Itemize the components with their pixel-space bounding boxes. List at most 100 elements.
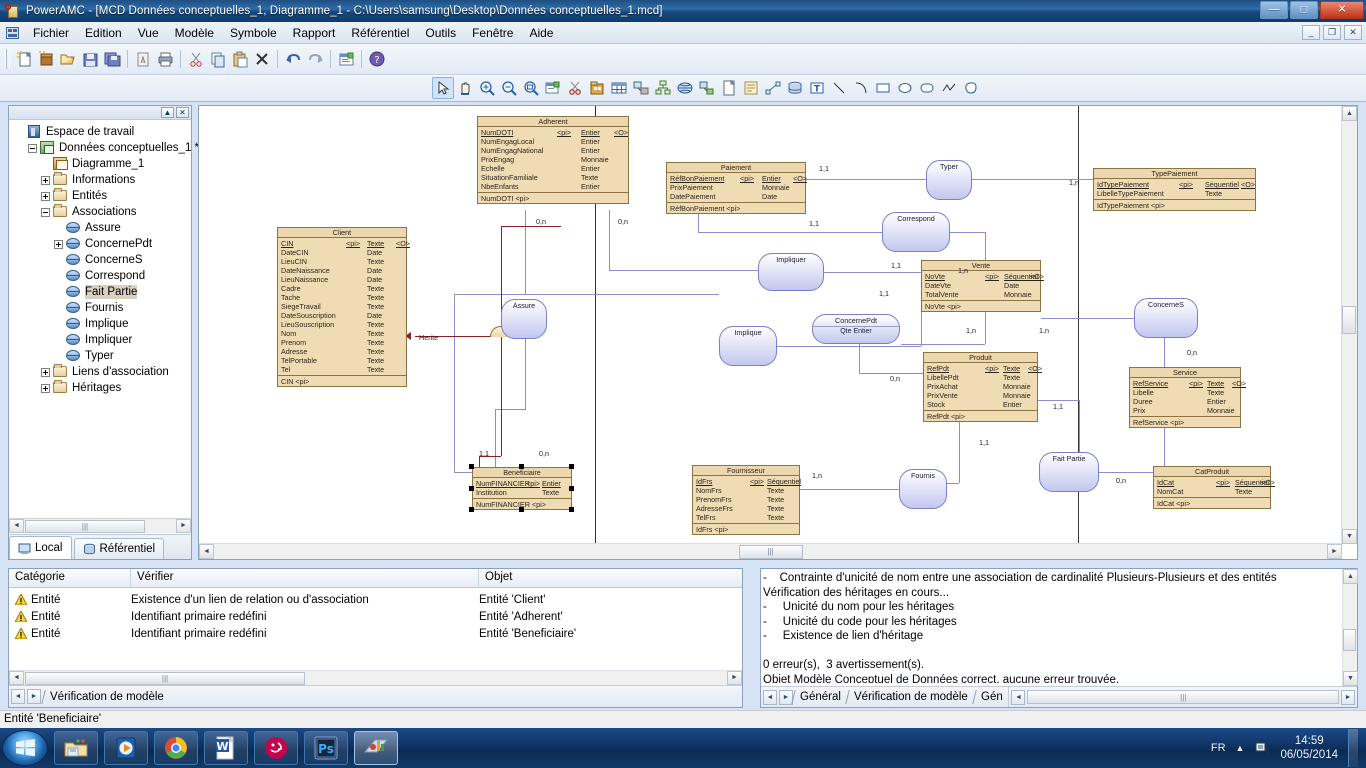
tree-item-implique[interactable]: Implique bbox=[13, 316, 191, 332]
chrome-icon[interactable] bbox=[154, 731, 198, 765]
scroll-thumb[interactable]: ||| bbox=[25, 519, 145, 533]
entity-vente[interactable]: Vente NoVte <pi> Séquentiel <O> DateVte Date To… bbox=[921, 260, 1044, 312]
language-indicator[interactable]: FR bbox=[1211, 742, 1226, 754]
tree-item-impliquer[interactable]: Impliquer bbox=[13, 332, 191, 348]
rectangle-icon[interactable] bbox=[872, 77, 894, 99]
tree-item-typer[interactable]: Typer bbox=[13, 348, 191, 364]
tree-item-concernepdt[interactable]: ConcernePdt bbox=[13, 236, 191, 252]
association-implique[interactable]: Implique bbox=[719, 326, 777, 366]
canvas-vscrollbar[interactable]: ▲ ▼ bbox=[1341, 106, 1357, 544]
network-icon[interactable] bbox=[1254, 740, 1270, 756]
hscroll-thumb[interactable]: ||| bbox=[738, 544, 803, 559]
browser-close-button[interactable]: ✕ bbox=[176, 107, 189, 118]
scroll-right-button[interactable]: ► bbox=[727, 671, 742, 685]
resize-icon[interactable] bbox=[762, 77, 784, 99]
column-verifier[interactable]: Vérifier bbox=[131, 569, 479, 587]
tab-general[interactable]: Général bbox=[791, 690, 849, 704]
properties-icon[interactable] bbox=[542, 77, 564, 99]
grid-icon[interactable] bbox=[608, 77, 630, 99]
tree-expander-plus[interactable] bbox=[39, 382, 52, 395]
vscroll-thumb[interactable] bbox=[1342, 306, 1356, 334]
print-icon[interactable] bbox=[154, 48, 176, 70]
tab-prev-button[interactable]: ◄ bbox=[11, 689, 25, 704]
resize-handle[interactable] bbox=[469, 485, 474, 491]
tree-expander-plus[interactable] bbox=[39, 174, 52, 187]
menu-aide[interactable]: Aide bbox=[521, 24, 561, 42]
scroll-right-button[interactable]: ► bbox=[1327, 544, 1342, 559]
close-button[interactable]: ✕ bbox=[1320, 1, 1364, 19]
scroll-left-button[interactable]: ◄ bbox=[9, 671, 24, 685]
result-hscrollbar[interactable]: ◄ ||| ► bbox=[9, 670, 742, 685]
properties-icon[interactable] bbox=[335, 48, 357, 70]
entity-catproduit[interactable]: CatProduit IdCat <pi> Séquentiel <O> NomCat Te… bbox=[1153, 466, 1275, 509]
redo-icon[interactable] bbox=[304, 48, 326, 70]
menu-outils[interactable]: Outils bbox=[417, 24, 464, 42]
undo-icon[interactable] bbox=[282, 48, 304, 70]
media-player-icon[interactable] bbox=[104, 731, 148, 765]
association-fait-partie[interactable]: Fait Partie bbox=[1039, 452, 1099, 492]
tab-next-button[interactable]: ► bbox=[27, 689, 41, 704]
tab-verification[interactable]: Vérification de modèle bbox=[845, 690, 976, 704]
help-icon[interactable]: ? bbox=[366, 48, 388, 70]
resize-handle[interactable] bbox=[569, 485, 574, 491]
result-row[interactable]: Entité Existence d'un lien de relation ou… bbox=[9, 591, 742, 608]
browser-hscrollbar[interactable]: ◄ ||| ► bbox=[9, 518, 191, 533]
zoom-fit-icon[interactable] bbox=[520, 77, 542, 99]
zoom-in-icon[interactable] bbox=[476, 77, 498, 99]
package-icon[interactable] bbox=[586, 77, 608, 99]
entity-client[interactable]: Client CIN <pi> Texte <O> DateCIN Date LieuCIN T… bbox=[277, 227, 410, 387]
tree-expander-minus[interactable] bbox=[39, 206, 52, 219]
association-concernes[interactable]: ConcerneS bbox=[1134, 298, 1198, 338]
result-row[interactable]: Entité Identifiant primaire redéfini Entit… bbox=[9, 608, 742, 625]
resize-handle[interactable] bbox=[519, 507, 524, 512]
explorer-icon[interactable] bbox=[54, 731, 98, 765]
tree-item-informations[interactable]: Informations bbox=[13, 172, 191, 188]
canvas-hscrollbar[interactable]: ◄ ||| ► bbox=[199, 543, 1342, 559]
scroll-left-button[interactable]: ◄ bbox=[1011, 689, 1026, 705]
open-icon[interactable] bbox=[57, 48, 79, 70]
tree-expander-plus[interactable] bbox=[52, 238, 65, 251]
delete-icon[interactable] bbox=[251, 48, 273, 70]
tree-expander-plus[interactable] bbox=[39, 190, 52, 203]
minimize-button[interactable]: — bbox=[1260, 1, 1288, 19]
tree-item-concernes[interactable]: ConcerneS bbox=[13, 252, 191, 268]
vscroll-thumb[interactable] bbox=[1343, 629, 1356, 651]
pointer-icon[interactable] bbox=[432, 77, 454, 99]
tree-item-assure[interactable]: Assure bbox=[13, 220, 191, 236]
show-desktop-button[interactable] bbox=[1348, 729, 1358, 767]
scissors-icon[interactable] bbox=[564, 77, 586, 99]
scroll-down-button[interactable]: ▼ bbox=[1343, 671, 1358, 686]
entity-produit[interactable]: Produit RefPdt <pi> Texte <O> LibellePdt Texte… bbox=[923, 352, 1042, 422]
menu-fenetre[interactable]: Fenêtre bbox=[464, 24, 521, 42]
polyline-icon[interactable] bbox=[938, 77, 960, 99]
mdi-restore-button[interactable]: ❐ bbox=[1323, 25, 1341, 40]
scroll-up-button[interactable]: ▲ bbox=[1342, 106, 1357, 121]
tree-item-fait-partie[interactable]: Fait Partie bbox=[13, 284, 191, 300]
menu-vue[interactable]: Vue bbox=[130, 24, 167, 42]
mdi-close-button[interactable]: ✕ bbox=[1344, 25, 1362, 40]
pan-icon[interactable] bbox=[454, 77, 476, 99]
association-typer[interactable]: Typer bbox=[926, 160, 972, 200]
save-icon[interactable] bbox=[79, 48, 101, 70]
dependency-icon[interactable] bbox=[630, 77, 652, 99]
ellipse-icon[interactable] bbox=[894, 77, 916, 99]
resize-handle[interactable] bbox=[569, 464, 574, 469]
menu-referentiel[interactable]: Référentiel bbox=[343, 24, 417, 42]
scroll-left-button[interactable]: ◄ bbox=[199, 544, 214, 559]
entity-typepaiement[interactable]: TypePaiement IdTypePaiement <pi> Séquentiel… bbox=[1093, 168, 1256, 211]
copy-icon[interactable] bbox=[207, 48, 229, 70]
association-fournis[interactable]: Fournis bbox=[899, 469, 947, 509]
entity-fournisseur[interactable]: Fournisseur IdFrs <pi> Séquentiel NomFrs Text… bbox=[692, 465, 801, 535]
tree-item-associations[interactable]: Associations bbox=[13, 204, 191, 220]
tab-local[interactable]: Local bbox=[9, 536, 72, 559]
association-impliquer[interactable]: Impliquer bbox=[758, 253, 824, 291]
zoom-out-icon[interactable] bbox=[498, 77, 520, 99]
menu-fichier[interactable]: Fichier bbox=[25, 24, 77, 42]
scroll-right-button[interactable]: ► bbox=[176, 519, 191, 533]
maximize-button[interactable]: □ bbox=[1290, 1, 1318, 19]
menu-rapport[interactable]: Rapport bbox=[285, 24, 344, 42]
association-correspond[interactable]: Correspond bbox=[882, 212, 950, 252]
menu-modele[interactable]: Modèle bbox=[167, 24, 222, 42]
line-icon[interactable] bbox=[828, 77, 850, 99]
text-icon[interactable]: T bbox=[806, 77, 828, 99]
